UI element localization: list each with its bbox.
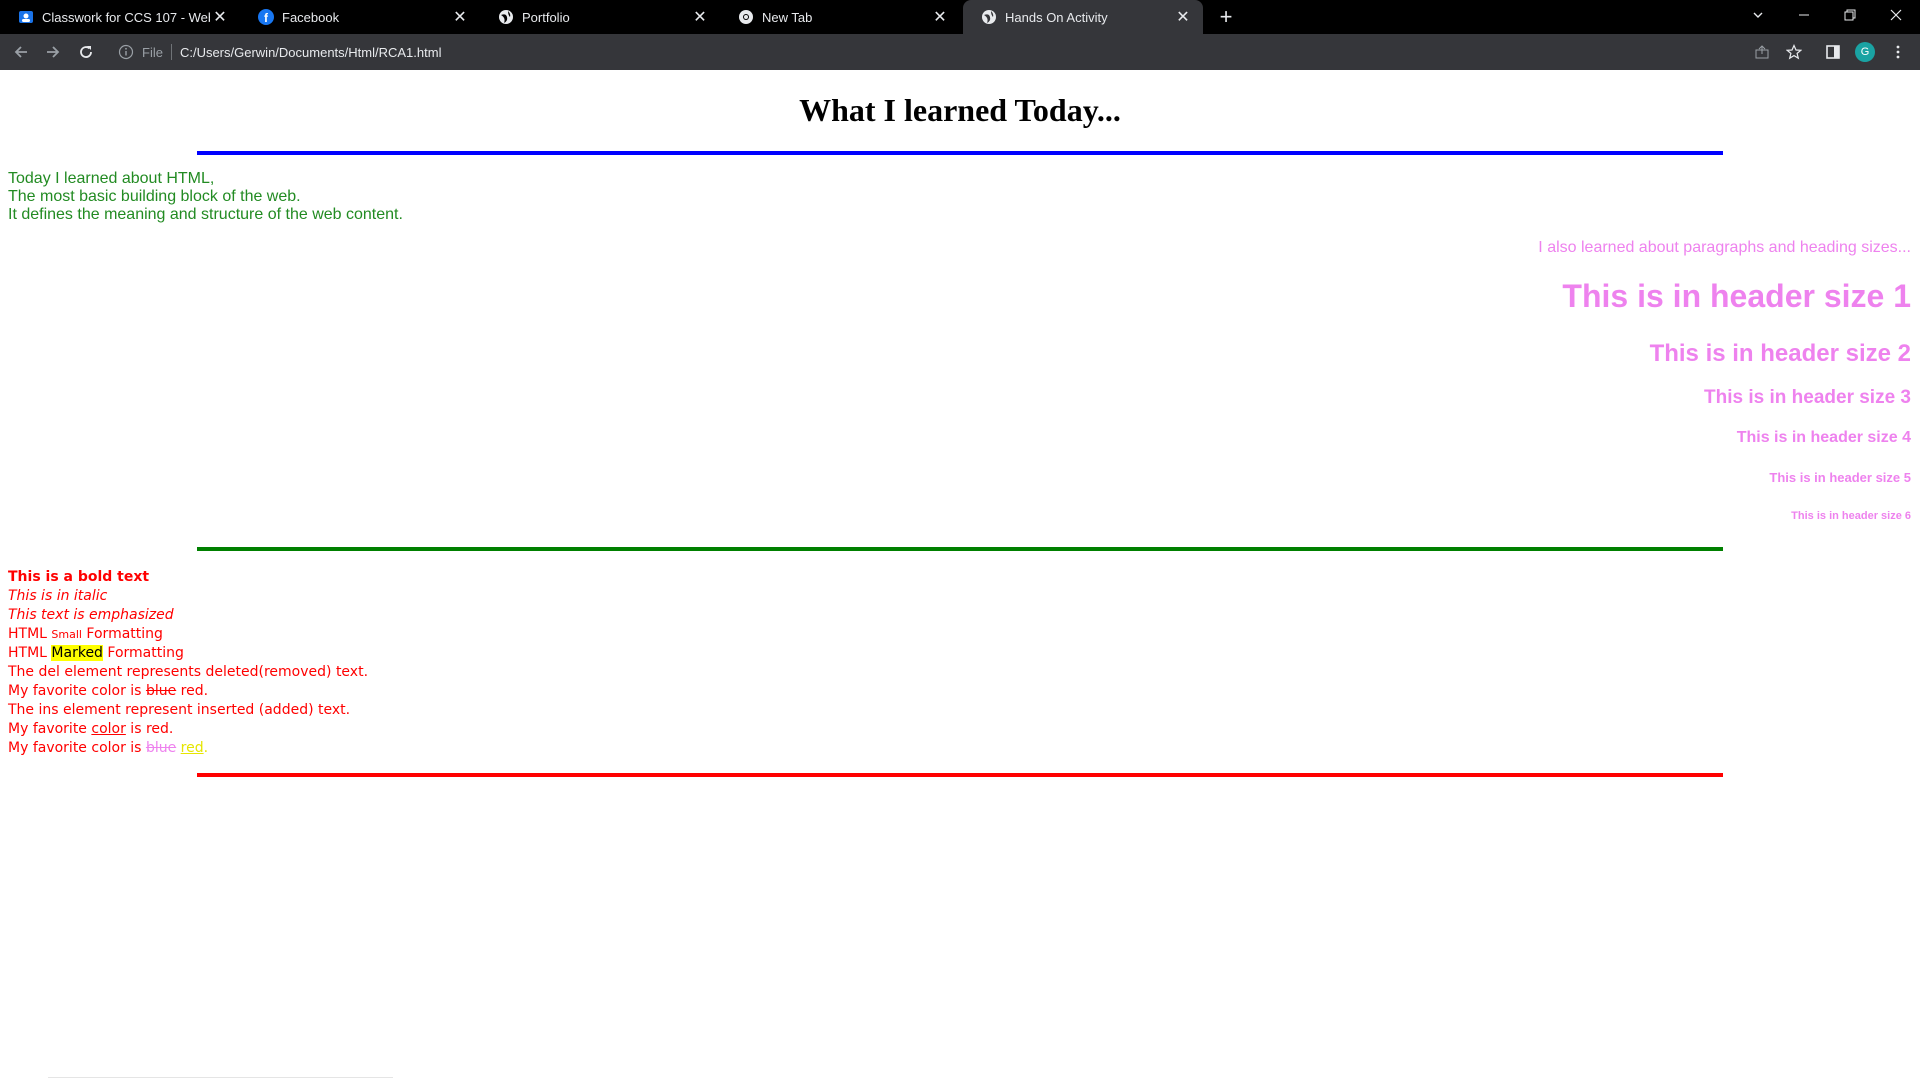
heading-5: This is in header size 5 <box>1769 470 1911 485</box>
tab-title: Classwork for CCS 107 - Web De <box>42 9 210 25</box>
tab-title: Portfolio <box>522 9 570 25</box>
small-formatting-line: HTML Small Formatting <box>8 626 163 642</box>
bookmark-star-icon[interactable] <box>1782 40 1806 64</box>
tab-title: New Tab <box>762 9 813 25</box>
heading-4: This is in header size 4 <box>1736 429 1911 446</box>
close-icon[interactable]: ✕ <box>450 7 470 27</box>
del-example-line: My favorite color is blue red. <box>8 683 209 699</box>
restore-icon[interactable] <box>1828 0 1872 30</box>
classroom-icon <box>18 9 34 25</box>
close-icon[interactable]: ✕ <box>1173 7 1193 27</box>
italic-text: This is in italic <box>8 588 108 604</box>
tab-strip: Classwork for CCS 107 - Web De ✕ f Faceb… <box>0 0 1920 34</box>
globe-icon <box>981 9 997 25</box>
ins-description: The ins element represent inserted (adde… <box>8 702 351 718</box>
close-icon[interactable]: ✕ <box>210 7 230 27</box>
horizontal-rule-blue <box>197 151 1723 155</box>
reload-icon[interactable] <box>74 40 98 64</box>
marked-formatting-line: HTML Marked Formatting <box>8 645 184 661</box>
side-panel-icon[interactable] <box>1821 40 1845 64</box>
emphasized-text: This text is emphasized <box>8 607 174 623</box>
address-bar[interactable]: File C:/Users/Gerwin/Documents/Html/RCA1… <box>110 39 1900 65</box>
intro-paragraph: Today I learned about HTML, The most bas… <box>8 170 403 224</box>
tab-portfolio[interactable]: Portfolio ✕ <box>480 0 720 34</box>
heading-2: This is in header size 2 <box>1649 340 1911 367</box>
page-title: What I learned Today... <box>799 92 1121 128</box>
browser-toolbar: File C:/Users/Gerwin/Documents/Html/RCA1… <box>0 34 1920 70</box>
globe-icon <box>498 9 514 25</box>
tab-title: Hands On Activity <box>1005 9 1108 25</box>
back-arrow-icon[interactable] <box>9 40 33 64</box>
heading-3: This is in header size 3 <box>1704 387 1911 408</box>
divider <box>170 44 172 60</box>
new-tab-plus-icon[interactable]: + <box>1214 4 1238 29</box>
close-icon[interactable]: ✕ <box>930 7 950 27</box>
chrome-icon <box>738 9 754 25</box>
paragraph-note: I also learned about paragraphs and head… <box>1538 239 1911 256</box>
share-icon[interactable] <box>1750 40 1774 64</box>
divider <box>48 1077 393 1078</box>
horizontal-rule-green <box>197 547 1723 551</box>
info-icon[interactable] <box>118 44 134 60</box>
web-page: What I learned Today... Today I learned … <box>0 70 1920 1080</box>
ins-example-line: My favorite color is red. <box>8 721 174 737</box>
tab-classwork[interactable]: Classwork for CCS 107 - Web De ✕ <box>0 0 240 34</box>
minimize-icon[interactable] <box>1782 0 1826 30</box>
del-description: The del element represents deleted(remov… <box>8 664 369 680</box>
intro-line: The most basic building block of the web… <box>8 188 301 205</box>
heading-1: This is in header size 1 <box>1562 278 1911 314</box>
horizontal-rule-red <box>197 773 1723 777</box>
tab-hands-on-activity[interactable]: Hands On Activity ✕ <box>963 0 1203 34</box>
formatting-section: This is a bold text This is in italic Th… <box>8 568 368 758</box>
window-close-icon[interactable] <box>1874 0 1918 30</box>
profile-avatar[interactable]: G <box>1855 42 1875 62</box>
facebook-icon: f <box>258 9 274 25</box>
tab-facebook[interactable]: f Facebook ✕ <box>240 0 480 34</box>
url-scheme-label: File <box>142 44 163 60</box>
url-text[interactable]: C:/Users/Gerwin/Documents/Html/RCA1.html <box>180 45 442 60</box>
bold-text: This is a bold text <box>8 569 150 585</box>
intro-line: Today I learned about HTML, <box>8 170 215 187</box>
forward-arrow-icon[interactable] <box>41 40 65 64</box>
combo-example-line: My favorite color is blue red. <box>8 740 209 756</box>
intro-line: It defines the meaning and structure of … <box>8 206 403 223</box>
tab-search-chevron-icon[interactable] <box>1736 0 1780 30</box>
tab-new-tab[interactable]: New Tab ✕ <box>720 0 960 34</box>
close-icon[interactable]: ✕ <box>690 7 710 27</box>
tab-title: Facebook <box>282 9 340 25</box>
heading-6: This is in header size 6 <box>1791 510 1911 522</box>
menu-kebab-icon[interactable] <box>1886 40 1910 64</box>
